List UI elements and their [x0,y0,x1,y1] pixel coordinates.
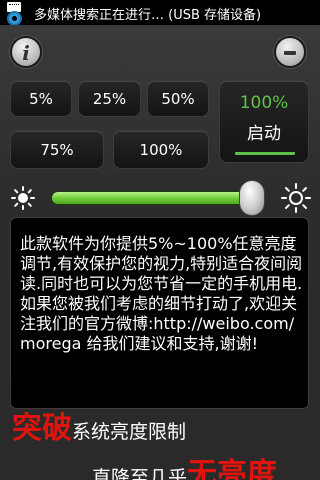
notification-text: 多媒体搜索正在进行… (USB 存储设备) [34,8,262,23]
promo-line-1: 突破系统亮度限制 [12,403,186,447]
brightness-low-icon [11,186,35,210]
minus-icon [284,51,296,55]
start-active-indicator [235,152,295,155]
promo-line-2: 直降至几乎无亮度 [92,449,277,480]
brightness-high-icon [281,183,311,213]
preset-100-button[interactable]: 100% [113,130,209,169]
info-icon: i [22,41,30,65]
promo-line-1-highlight: 突破 [12,411,72,446]
description-panel: 此款软件为你提供5%~100%任意亮度调节,有效保护您的视力,特别适合夜间阅读.… [10,217,309,409]
promo-line-1-text: 系统亮度限制 [72,421,187,443]
status-bar: 多媒体搜索正在进行… (USB 存储设备) [0,0,320,25]
brightness-slider-track[interactable] [52,192,264,204]
preset-25-button[interactable]: 25% [78,80,141,117]
brightness-slider-thumb[interactable] [240,181,264,215]
description-text: 此款软件为你提供5%~100%任意亮度调节,有效保护您的视力,特别适合夜间阅读.… [20,234,303,353]
preset-5-button[interactable]: 5% [10,80,72,117]
start-value: 100% [239,93,289,113]
preset-75-button[interactable]: 75% [10,130,104,169]
promo-line-2-highlight: 无亮度 [187,457,278,480]
settings-icon [9,13,20,24]
start-button[interactable]: 100% 启动 [219,80,309,163]
minimize-button[interactable] [274,36,306,68]
sd-card-icon [7,2,21,12]
status-icons [4,2,26,24]
start-label: 启动 [247,124,281,144]
preset-50-button[interactable]: 50% [147,80,209,117]
info-button[interactable]: i [10,36,42,68]
app-screen: i 5% 25% 50% 75% 100% 100% 启动 此款软件为你提供5% [0,25,320,480]
promo-line-2-text: 直降至几乎 [92,467,188,480]
